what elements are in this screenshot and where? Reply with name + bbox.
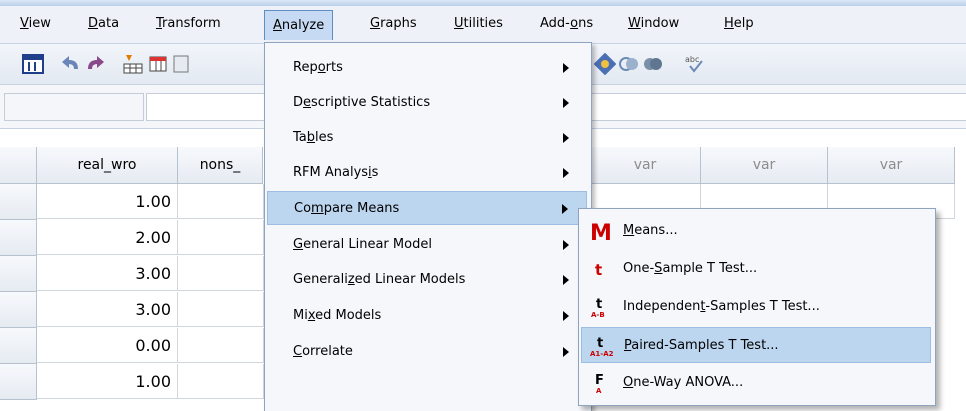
value-labels-icon[interactable] [594,53,616,75]
row-header[interactable] [0,364,37,400]
column-header[interactable]: real_wro [37,147,178,184]
submenu-arrow-icon [563,63,569,73]
submenu-item-one-sample-t-test[interactable]: t One-Sample T Test... [581,251,931,287]
spelling-icon[interactable]: abc [684,53,706,75]
submenu-item-one-way-anova[interactable]: FA One-Way ANOVA... [581,365,931,401]
row-header[interactable] [0,328,37,364]
svg-text:t: t [595,261,602,279]
means-icon: M [589,219,613,246]
undo-icon[interactable] [60,53,82,75]
svg-text:t: t [596,297,602,312]
submenu-item-paired-samples-t-test[interactable]: t A1-A2 Paired-Samples T Test... [581,327,931,363]
insert-cases-icon[interactable] [148,53,170,75]
table-cell[interactable]: 3.00 [37,292,178,327]
go-to-case-icon[interactable] [122,53,144,75]
submenu-item-means[interactable]: M Means... [581,213,931,249]
column-header[interactable]: var [701,147,828,184]
svg-text:A: A [596,387,602,395]
menu-graphs[interactable]: Graphs [362,12,425,36]
table-cell[interactable]: 1.00 [37,184,178,219]
use-sets-icon[interactable] [172,53,194,75]
row-header[interactable] [0,292,37,328]
submenu-arrow-icon [563,98,569,108]
submenu-arrow-icon [563,133,569,143]
submenu-arrow-icon [562,204,568,214]
menu-item-correlate[interactable]: Correlate [267,335,587,369]
table-cell[interactable]: 1.00 [37,364,178,399]
table-cell[interactable] [178,256,264,291]
paired-samples-t-icon: t A1-A2 [590,334,614,358]
menu-addons[interactable]: Add-ons [532,12,601,36]
menu-analyze[interactable]: Analyze [264,10,334,40]
menu-data[interactable]: Data [80,12,127,36]
menu-utilities[interactable]: Utilities [446,12,511,36]
table-cell[interactable]: 0.00 [37,328,178,363]
submenu-item-independent-samples-t-test[interactable]: t A-B Independent-Samples T Test... [581,289,931,325]
menu-help[interactable]: Help [716,12,762,36]
menu-item-reports[interactable]: Reports [267,51,587,85]
table-cell[interactable]: 2.00 [37,220,178,255]
compare-means-submenu: M Means... t One-Sample T Test... t A-B I… [578,208,936,406]
one-way-anova-icon: FA [589,371,613,395]
table-cell[interactable] [178,220,264,255]
svg-text:t: t [597,336,603,351]
menu-item-general-linear-model[interactable]: General Linear Model [267,228,587,262]
analyze-menu: Reports Descriptive Statistics Tables RF… [264,42,592,411]
table-cell[interactable] [178,364,264,399]
menu-bar: View Data Transform Analyze Graphs Utili… [0,6,966,44]
menu-transform[interactable]: Transform [148,12,229,36]
menu-view[interactable]: View [12,12,59,36]
show-all-variables-icon[interactable] [618,53,640,75]
independent-samples-t-icon: t A-B [589,295,613,319]
table-cell[interactable] [178,328,264,363]
table-cell[interactable]: 3.00 [37,256,178,291]
svg-text:A1-A2: A1-A2 [590,350,614,358]
row-header[interactable] [0,256,37,292]
submenu-arrow-icon [563,275,569,285]
svg-text:M: M [590,221,612,243]
svg-text:abc: abc [685,55,699,64]
menu-item-rfm-analysis[interactable]: RFM Analysis [267,156,587,190]
row-header[interactable] [0,184,37,220]
use-variable-sets-icon[interactable] [642,53,664,75]
menu-window[interactable]: Window [620,12,687,36]
svg-text:A-B: A-B [591,311,605,319]
row-header[interactable] [0,220,37,256]
table-cell[interactable] [178,184,264,219]
cell-reference-box[interactable] [4,93,144,121]
column-header[interactable]: nons_ [178,147,263,184]
menu-item-descriptive-statistics[interactable]: Descriptive Statistics [267,86,587,120]
menu-item-generalized-linear-models[interactable]: Generalized Linear Models [267,263,587,297]
column-header[interactable]: var [590,147,701,184]
menu-item-compare-means[interactable]: Compare Means [267,191,587,225]
submenu-arrow-icon [563,168,569,178]
column-header[interactable]: var [828,147,955,184]
menu-item-mixed-models[interactable]: Mixed Models [267,299,587,333]
submenu-arrow-icon [563,311,569,321]
variable-view-icon[interactable] [22,53,44,75]
submenu-arrow-icon [563,240,569,250]
one-sample-t-icon: t [589,257,613,281]
svg-text:F: F [595,373,604,388]
redo-icon[interactable] [84,53,106,75]
grid-corner[interactable] [0,147,37,184]
submenu-arrow-icon [563,347,569,357]
menu-item-tables[interactable]: Tables [267,121,587,155]
table-cell[interactable] [178,292,264,327]
